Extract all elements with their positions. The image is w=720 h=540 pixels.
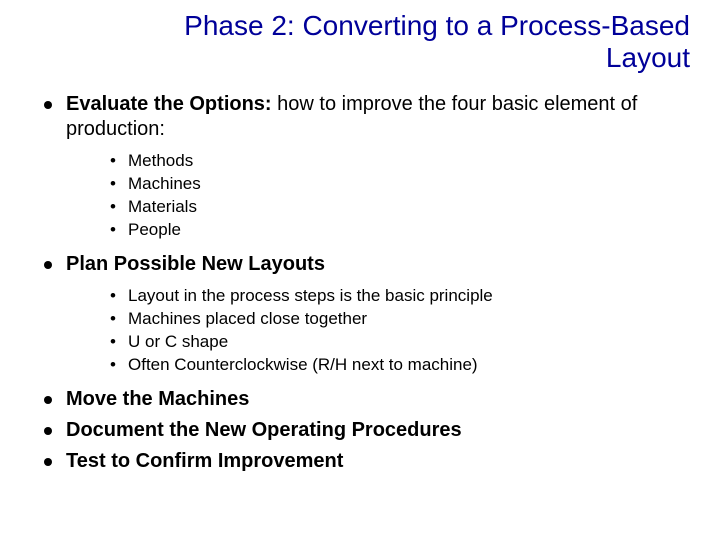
bullet-lead: Test to Confirm Improvement	[66, 450, 343, 472]
sub-item: Machines placed close together	[106, 308, 690, 331]
sub-item: Machines	[106, 173, 690, 196]
sub-list: Methods Machines Materials People	[66, 150, 690, 242]
bullet-plan-layouts: Plan Possible New Layouts Layout in the …	[40, 252, 690, 377]
sub-list: Layout in the process steps is the basic…	[66, 285, 690, 377]
sub-item: U or C shape	[106, 331, 690, 354]
bullet-test-improvement: Test to Confirm Improvement	[40, 449, 690, 474]
slide: Phase 2: Converting to a Process-Based L…	[0, 0, 720, 540]
bullet-move-machines: Move the Machines	[40, 387, 690, 412]
sub-item: People	[106, 219, 690, 242]
bullet-lead: Move the Machines	[66, 388, 249, 410]
sub-item: Methods	[106, 150, 690, 173]
bullet-evaluate-options: Evaluate the Options: how to improve the…	[40, 92, 690, 242]
main-list: Evaluate the Options: how to improve the…	[30, 92, 690, 474]
sub-item: Often Counterclockwise (R/H next to mach…	[106, 354, 690, 377]
bullet-lead: Plan Possible New Layouts	[66, 253, 325, 275]
sub-item: Layout in the process steps is the basic…	[106, 285, 690, 308]
slide-title: Phase 2: Converting to a Process-Based L…	[30, 10, 690, 74]
bullet-lead: Document the New Operating Procedures	[66, 419, 462, 441]
bullet-lead: Evaluate the Options:	[66, 93, 272, 115]
bullet-document-procedures: Document the New Operating Procedures	[40, 418, 690, 443]
sub-item: Materials	[106, 196, 690, 219]
